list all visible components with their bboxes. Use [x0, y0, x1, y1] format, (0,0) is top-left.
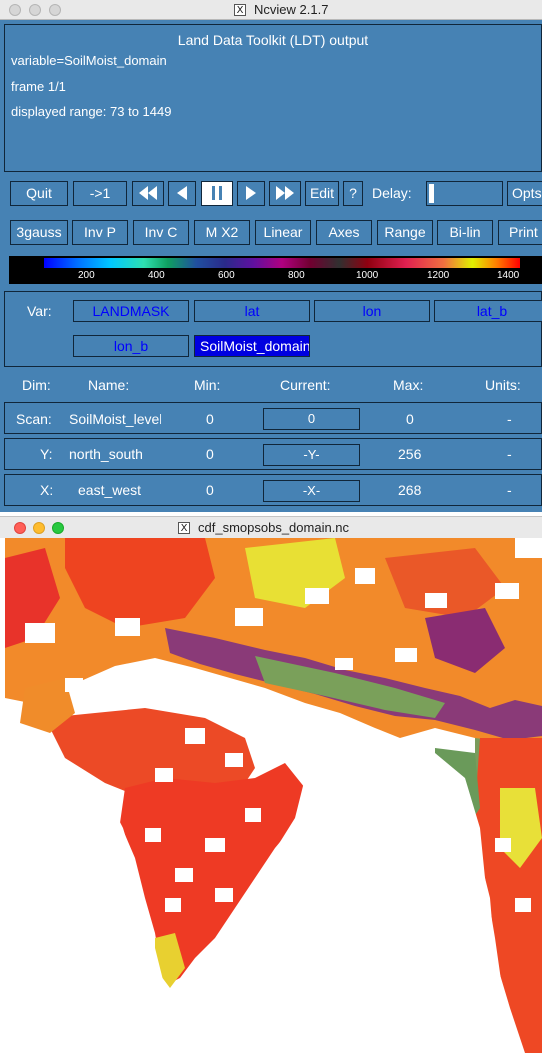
minimize-window-button[interactable]	[29, 4, 41, 16]
option-linear-button[interactable]: Linear	[255, 220, 311, 245]
option-inv-p-button[interactable]: Inv P	[72, 220, 128, 245]
dim-x-current-button[interactable]: -X-	[263, 480, 360, 502]
zoom-window-button[interactable]	[52, 522, 64, 534]
option-inv-c-button[interactable]: Inv C	[133, 220, 189, 245]
colorbar-label: 1000	[356, 270, 379, 281]
option-bilin-button[interactable]: Bi-lin	[437, 220, 493, 245]
fast-rewind-icon	[139, 186, 157, 200]
dim-scan-min: 0	[206, 411, 214, 427]
minimize-window-button[interactable]	[33, 522, 45, 534]
soil-moisture-map-image	[5, 538, 542, 1053]
option-mx2-button[interactable]: M X2	[194, 220, 250, 245]
fast-forward-icon	[276, 186, 294, 200]
info-panel: Land Data Toolkit (LDT) output	[4, 24, 542, 172]
var-landmask-button[interactable]: LANDMASK	[73, 300, 189, 322]
dim-scan-units: -	[507, 411, 512, 427]
max-header: Max:	[393, 377, 424, 393]
play-backward-icon	[177, 186, 187, 200]
units-header: Units:	[485, 377, 521, 393]
delay-slider[interactable]	[426, 181, 503, 206]
current-header: Current:	[280, 377, 331, 393]
delay-slider-thumb[interactable]	[429, 184, 434, 203]
ncview-main-window: Land Data Toolkit (LDT) output variable=…	[0, 20, 542, 512]
help-button[interactable]: ?	[343, 181, 363, 206]
play-forward-icon	[246, 186, 256, 200]
info-frame: frame 1/1	[11, 79, 66, 94]
step-back-button[interactable]	[168, 181, 196, 206]
dim-x-name: east_west	[78, 482, 142, 498]
dim-y-min: 0	[206, 446, 214, 462]
dim-x-max: 268	[398, 482, 422, 498]
dim-scan-current-button[interactable]: 0	[263, 408, 360, 430]
colorbar-label: 800	[288, 270, 305, 281]
close-window-button[interactable]	[14, 522, 26, 534]
map-window-title: cdf_smopsobs_domain.nc	[198, 520, 350, 535]
edit-button[interactable]: Edit	[305, 181, 339, 206]
dim-scan-label: Scan:	[16, 411, 52, 427]
x11-icon: X	[178, 522, 190, 534]
dim-y-label: Y:	[40, 446, 53, 462]
rewind-button[interactable]	[132, 181, 164, 206]
option-range-button[interactable]: Range	[377, 220, 433, 245]
delay-label: Delay:	[372, 185, 412, 201]
option-print-button[interactable]: Print	[498, 220, 542, 245]
info-variable: variable=SoilMoist_domain	[11, 53, 167, 68]
dim-header: Dim:	[22, 377, 51, 393]
info-title: Land Data Toolkit (LDT) output	[177, 32, 369, 48]
pause-button[interactable]	[201, 181, 233, 206]
step-forward-button[interactable]	[237, 181, 265, 206]
map-titlebar[interactable]: X cdf_smopsobs_domain.nc	[0, 516, 542, 538]
soil-moisture-map[interactable]	[5, 538, 542, 1053]
colorbar-label: 200	[78, 270, 95, 281]
dim-x-label: X:	[40, 482, 54, 498]
dim-y-max: 256	[398, 446, 422, 462]
ncview-window-title: Ncview 2.1.7	[254, 2, 329, 17]
var-label: Var:	[27, 303, 52, 319]
colorbar-label: 400	[148, 270, 165, 281]
dim-x-min: 0	[206, 482, 214, 498]
var-lon-button[interactable]: lon	[314, 300, 430, 322]
colorbar-label: 1400	[497, 270, 520, 281]
min-header: Min:	[194, 377, 221, 393]
dim-y-current-button[interactable]: -Y-	[263, 444, 360, 466]
colorbar-gradient	[44, 258, 520, 268]
dim-x-units: -	[507, 482, 512, 498]
name-header: Name:	[88, 377, 130, 393]
x11-icon: X	[234, 4, 246, 16]
option-3gauss-button[interactable]: 3gauss	[10, 220, 68, 245]
fast-forward-button[interactable]	[269, 181, 301, 206]
dim-scan-max: 0	[406, 411, 414, 427]
zoom-window-button[interactable]	[49, 4, 61, 16]
quit-button[interactable]: Quit	[10, 181, 68, 206]
info-range: displayed range: 73 to 1449	[11, 104, 172, 119]
dim-y-units: -	[507, 446, 512, 462]
close-window-button[interactable]	[9, 4, 21, 16]
colorbar-label: 1200	[427, 270, 450, 281]
var-lon-b-button[interactable]: lon_b	[73, 335, 189, 357]
opts-button[interactable]: Opts	[507, 181, 542, 206]
colorbar-label: 600	[218, 270, 235, 281]
var-lat-b-button[interactable]: lat_b	[434, 300, 542, 322]
forward-one-button[interactable]: ->1	[73, 181, 127, 206]
var-soilmoist-domain-button[interactable]: SoilMoist_domain	[194, 335, 310, 357]
option-axes-button[interactable]: Axes	[316, 220, 372, 245]
var-lat-button[interactable]: lat	[194, 300, 310, 322]
dim-scan-name: SoilMoist_levels	[69, 411, 161, 427]
pause-icon	[212, 186, 222, 200]
dim-y-name: north_south	[69, 446, 143, 462]
ncview-titlebar[interactable]: X Ncview 2.1.7	[0, 0, 542, 20]
